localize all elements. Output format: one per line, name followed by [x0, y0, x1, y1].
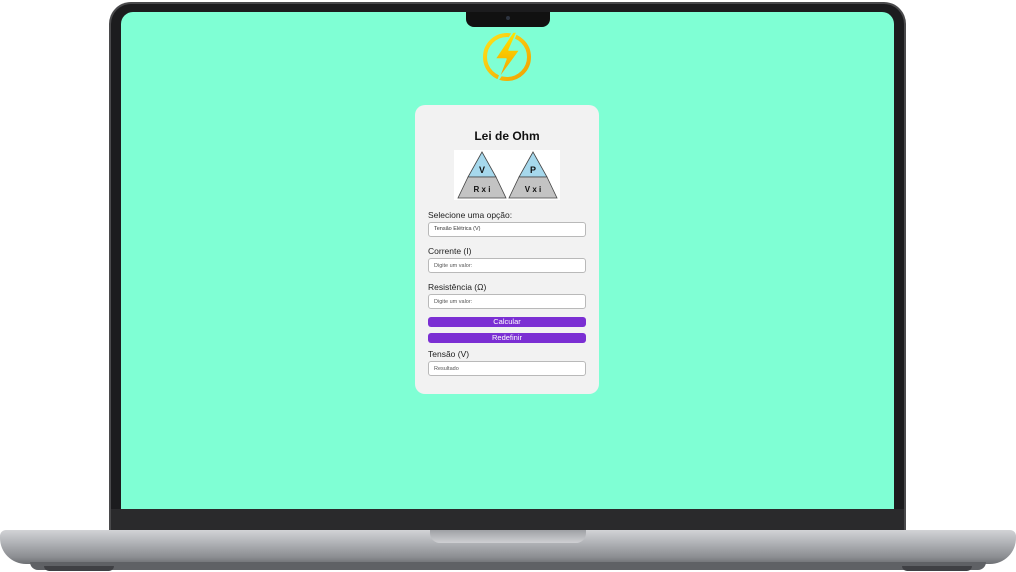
laptop-base-underside [30, 562, 986, 570]
select-label: Selecione uma opção: [428, 210, 513, 220]
screen-bezel-bottom [111, 509, 904, 530]
camera-icon [506, 16, 510, 20]
triangle-left-bottom-label: R x i [474, 185, 491, 194]
calculate-button[interactable]: Calcular [428, 317, 586, 327]
screen: Lei de Ohm V R x i P V x i Selecione uma… [121, 12, 894, 509]
result-field [428, 361, 586, 376]
lightning-logo-icon [483, 31, 531, 81]
current-label: Corrente (I) [428, 246, 472, 256]
reset-button[interactable]: Redefinir [428, 333, 586, 343]
triangle-right-bottom-label: V x i [525, 185, 541, 194]
triangle-right-top-label: P [530, 165, 536, 175]
triangle-left-top-label: V [479, 165, 485, 175]
laptop-foot-right [902, 566, 972, 571]
resistance-input[interactable] [428, 294, 586, 309]
quantity-select[interactable]: Tensão Elétrica (V) [428, 222, 586, 237]
laptop-base-lip [430, 530, 586, 543]
result-label: Tensão (V) [428, 349, 470, 359]
page-title: Lei de Ohm [474, 129, 540, 143]
ohm-calculator-card: Lei de Ohm V R x i P V x i Selecione uma… [415, 105, 599, 394]
camera-notch [466, 12, 550, 27]
current-input[interactable] [428, 258, 586, 273]
laptop-foot-left [44, 566, 114, 571]
ohm-law-triangles-diagram: V R x i P V x i [454, 150, 560, 200]
resistance-label: Resistência (Ω) [428, 282, 487, 292]
laptop-frame: Lei de Ohm V R x i P V x i Selecione uma… [0, 0, 1016, 572]
